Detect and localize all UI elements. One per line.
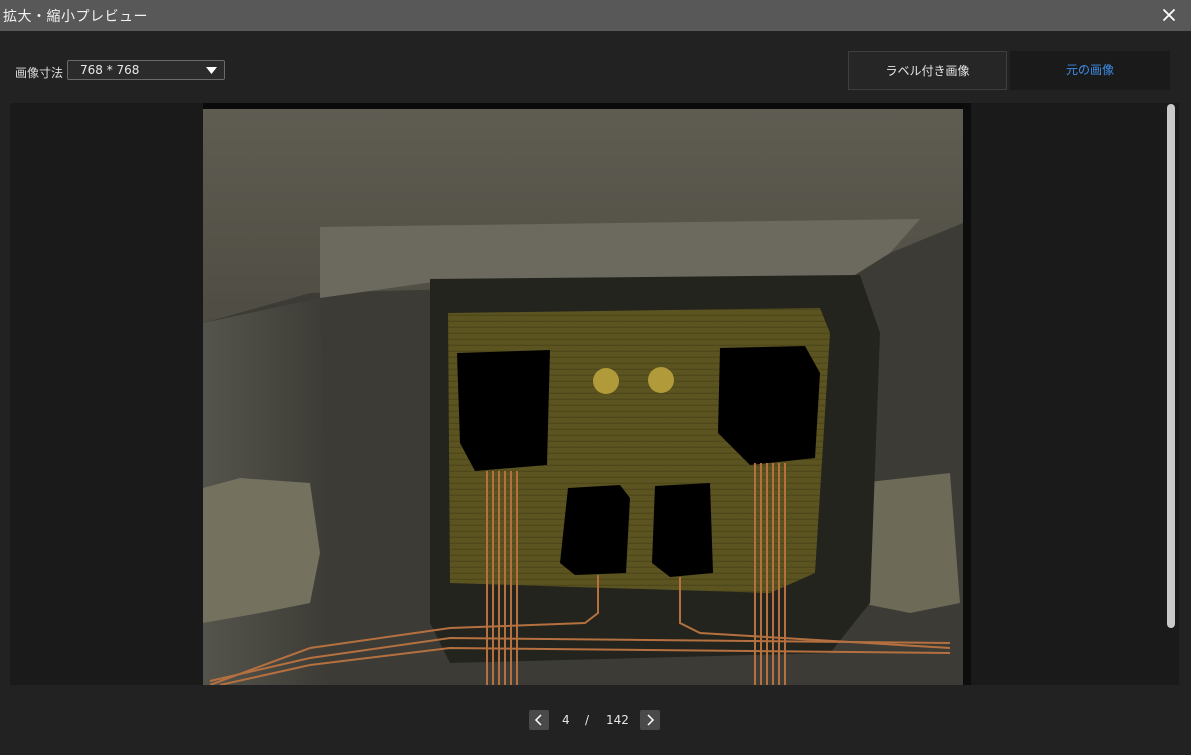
pagination: 4 / 142 [0, 710, 1191, 730]
prev-page-button[interactable] [529, 710, 549, 730]
caret-down-icon [206, 67, 217, 74]
preview-image [203, 103, 971, 685]
title-bar: 拡大・縮小プレビュー [0, 0, 1191, 31]
chevron-right-icon [647, 714, 655, 726]
current-page: 4 [562, 713, 570, 727]
total-pages: 142 [606, 713, 629, 727]
page-separator: / [585, 713, 590, 727]
chevron-left-icon [534, 714, 542, 726]
close-icon[interactable] [1158, 4, 1180, 26]
next-page-button[interactable] [640, 710, 660, 730]
window-title: 拡大・縮小プレビュー [3, 9, 148, 25]
vertical-scrollbar[interactable] [1167, 104, 1175, 628]
image-size-select[interactable]: 768 * 768 [67, 60, 225, 80]
tab-original-image[interactable]: 元の画像 [1010, 51, 1170, 90]
image-size-value: 768 * 768 [80, 63, 140, 77]
image-viewer[interactable] [10, 103, 1179, 685]
image-size-label: 画像寸法 [15, 66, 64, 80]
tab-labeled-image[interactable]: ラベル付き画像 [848, 51, 1007, 90]
